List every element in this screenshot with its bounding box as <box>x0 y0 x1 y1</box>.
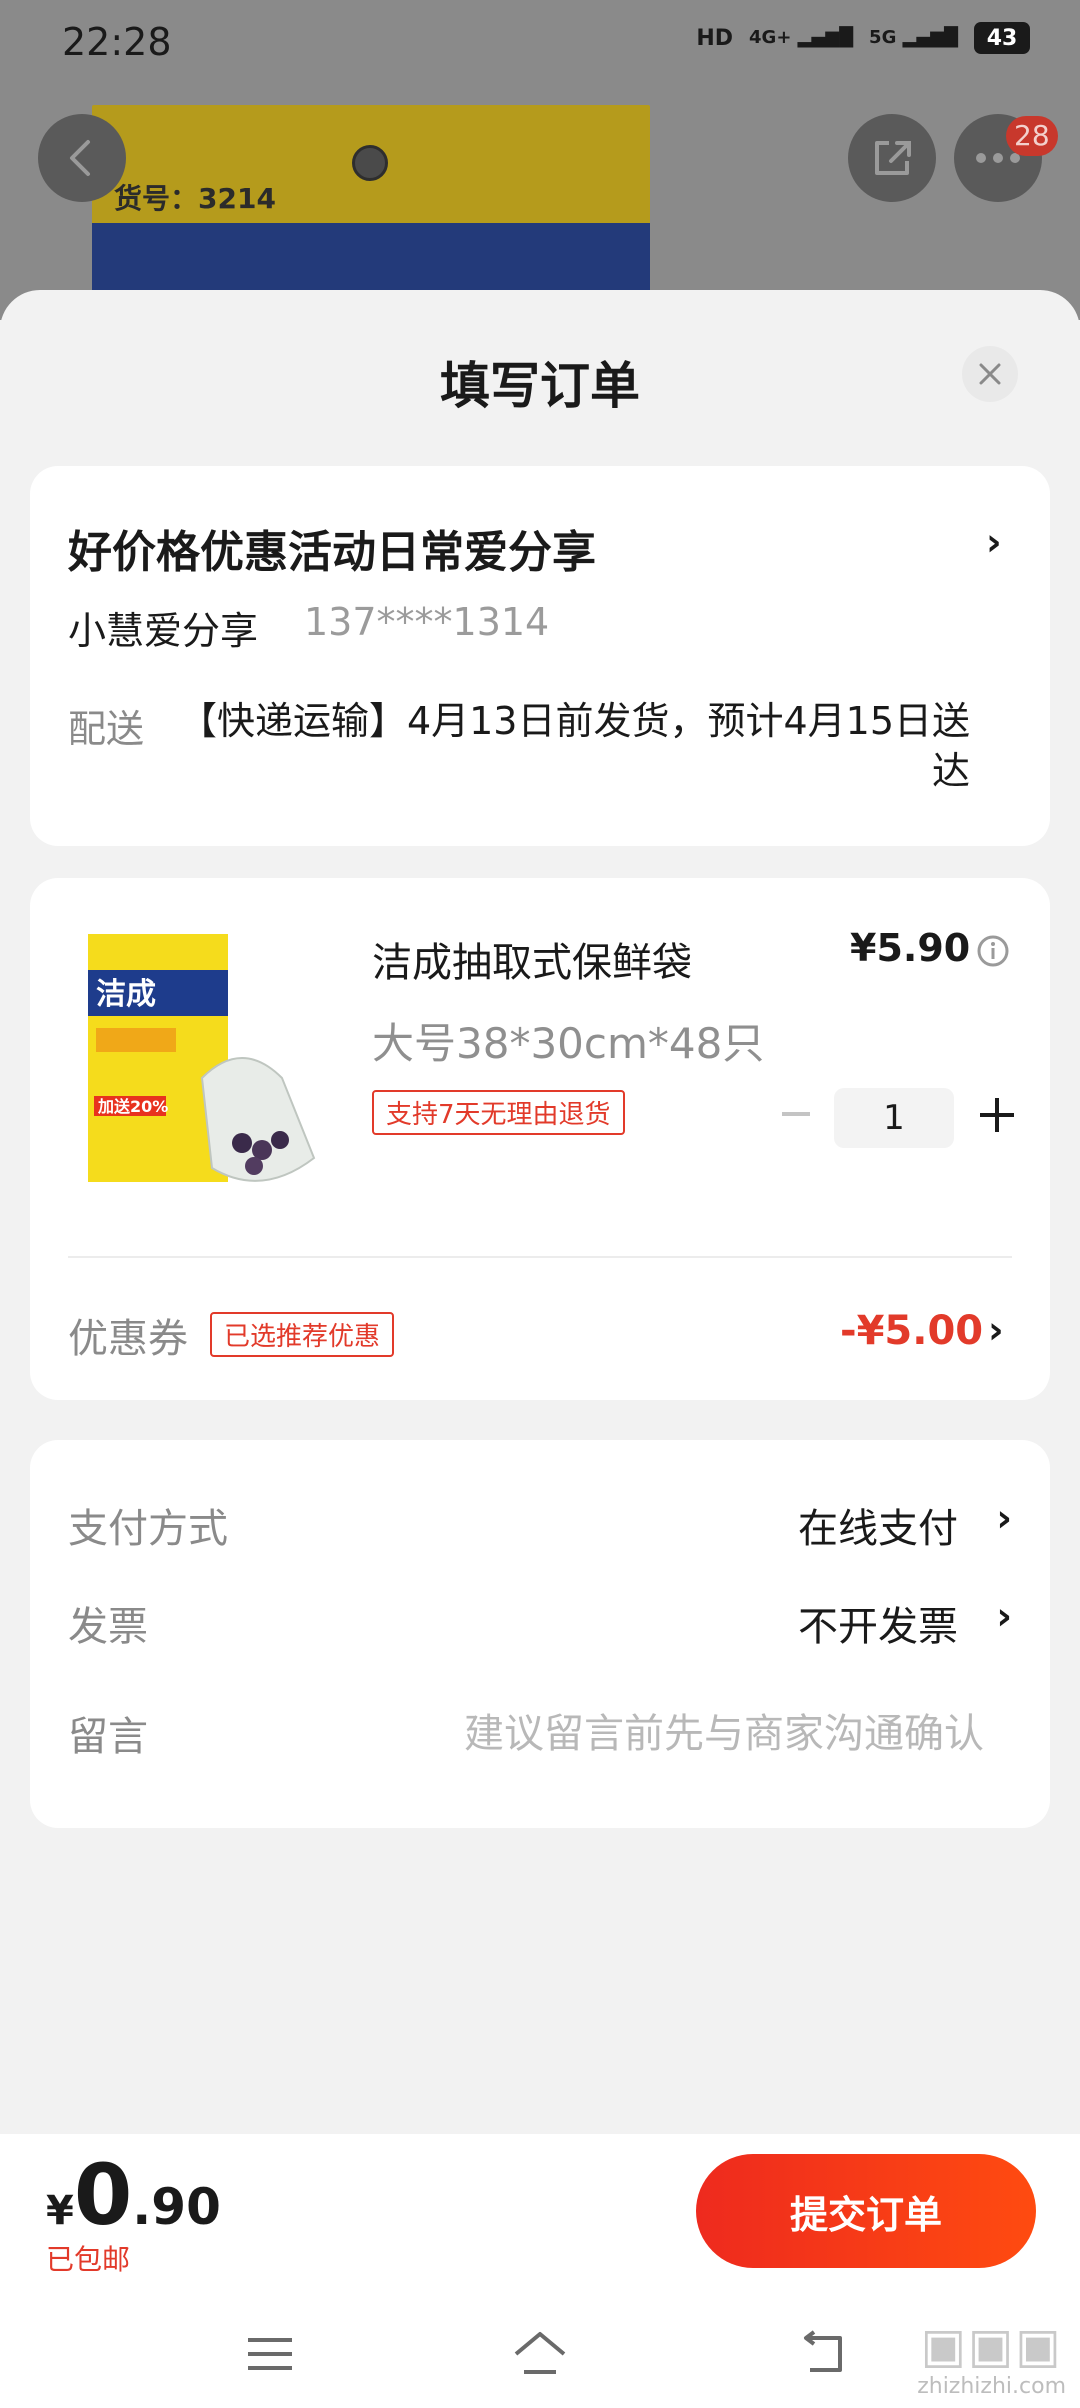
invoice-label: 发票 <box>68 1604 148 1650</box>
signal-4g-icon: 4G+ ▂▄▆█ <box>749 27 854 48</box>
coupon-label: 优惠券 <box>68 1316 188 1362</box>
product-price: ¥5.90 <box>850 926 971 970</box>
close-icon <box>979 363 1001 385</box>
menu-icon[interactable] <box>240 2324 300 2384</box>
hang-hole <box>352 145 388 181</box>
total-decimal: .90 <box>132 2178 221 2236</box>
increase-quantity-button[interactable] <box>974 1092 1020 1138</box>
order-sheet: 填写订单 好价格优惠活动日常爱分享 › 小慧爱分享 137****1314 配送… <box>0 290 1080 2408</box>
chevron-right-icon: › <box>986 520 1002 564</box>
notification-badge: 28 <box>1006 116 1058 156</box>
divider <box>68 1256 1012 1258</box>
quantity-value[interactable]: 1 <box>834 1088 954 1148</box>
product-image-badge: 加送20% <box>97 1097 168 1116</box>
signal-5g-icon: 5G ▂▄▆█ <box>869 27 958 48</box>
recipient-phone: 137****1314 <box>304 600 550 644</box>
system-icons: HD 4G+ ▂▄▆█ 5G ▂▄▆█ 43 <box>696 22 1030 54</box>
background-product-image: 货号：3214 <box>92 105 650 320</box>
chevron-left-icon <box>70 140 90 176</box>
watermark: ▣▣▣ zhizhizhi.com <box>917 2318 1066 2399</box>
product-code: 货号：3214 <box>114 182 276 215</box>
currency-symbol: ¥ <box>46 2188 74 2234</box>
status-bar: 22:28 HD 4G+ ▂▄▆█ 5G ▂▄▆█ 43 <box>0 0 1080 86</box>
network-5g-label: 5G <box>869 27 897 48</box>
status-time: 22:28 <box>62 20 172 64</box>
payment-method-label: 支付方式 <box>68 1506 228 1552</box>
recipient-name: 小慧爱分享 <box>68 609 259 653</box>
shipping-estimate: 【快递运输】4月13日前发货，预计4月15日送达 <box>178 699 970 793</box>
back-nav-icon[interactable] <box>796 2324 856 2384</box>
checkout-bar: ¥0.90 已包邮 提交订单 <box>0 2134 1080 2294</box>
network-4g-label: 4G+ <box>749 27 792 48</box>
free-shipping-label: 已包邮 <box>46 2243 131 2276</box>
memo-label: 留言 <box>68 1714 148 1760</box>
chevron-right-icon[interactable]: › <box>988 1308 1004 1352</box>
invoice-value[interactable]: 不开发票 <box>798 1594 958 1652</box>
payment-method-value[interactable]: 在线支付 <box>798 1496 958 1554</box>
info-icon[interactable] <box>976 934 1010 968</box>
sheet-title: 填写订单 <box>440 357 640 415</box>
submit-order-button[interactable]: 提交订单 <box>696 2154 1036 2268</box>
memo-input[interactable] <box>390 1704 984 1764</box>
product-card: 洁成 加送20% 洁成抽取式保鲜袋 ¥5.90 大号38*30cm*48只 支持… <box>30 878 1050 1400</box>
home-icon[interactable] <box>510 2324 570 2384</box>
total-integer: 0 <box>73 2146 133 2244</box>
product-spec[interactable]: 大号38*30cm*48只 <box>372 1010 764 1071</box>
share-button[interactable] <box>848 114 936 202</box>
chevron-right-icon[interactable]: › <box>996 1496 1012 1540</box>
battery-icon: 43 <box>974 22 1030 54</box>
total-price: ¥0.90 <box>46 2146 221 2244</box>
address-card[interactable]: 好价格优惠活动日常爱分享 › 小慧爱分享 137****1314 配送 【快递运… <box>30 466 1050 846</box>
coupon-value[interactable]: -¥5.00 <box>840 1308 983 1354</box>
watermark-text: zhizhizhi.com <box>917 2374 1066 2399</box>
address-title: 好价格优惠活动日常爱分享 <box>68 527 596 578</box>
share-icon <box>875 141 911 175</box>
decrease-quantity-button[interactable] <box>776 1094 816 1134</box>
close-button[interactable] <box>962 346 1018 402</box>
payment-card: 支付方式 在线支付 › 发票 不开发票 › 留言 <box>30 1440 1050 1828</box>
back-button[interactable] <box>38 114 126 202</box>
hd-indicator: HD <box>696 25 734 51</box>
chevron-right-icon[interactable]: › <box>996 1594 1012 1638</box>
product-name: 洁成抽取式保鲜袋 <box>372 940 692 986</box>
product-image[interactable]: 洁成 加送20% <box>82 928 322 1188</box>
shipping-label: 配送 <box>68 707 145 751</box>
coupon-tag: 已选推荐优惠 <box>210 1312 395 1357</box>
return-policy-tag: 支持7天无理由退货 <box>372 1090 625 1135</box>
watermark-logo: ▣▣▣ <box>920 2318 1063 2374</box>
product-image-brand: 洁成 <box>96 977 156 1012</box>
